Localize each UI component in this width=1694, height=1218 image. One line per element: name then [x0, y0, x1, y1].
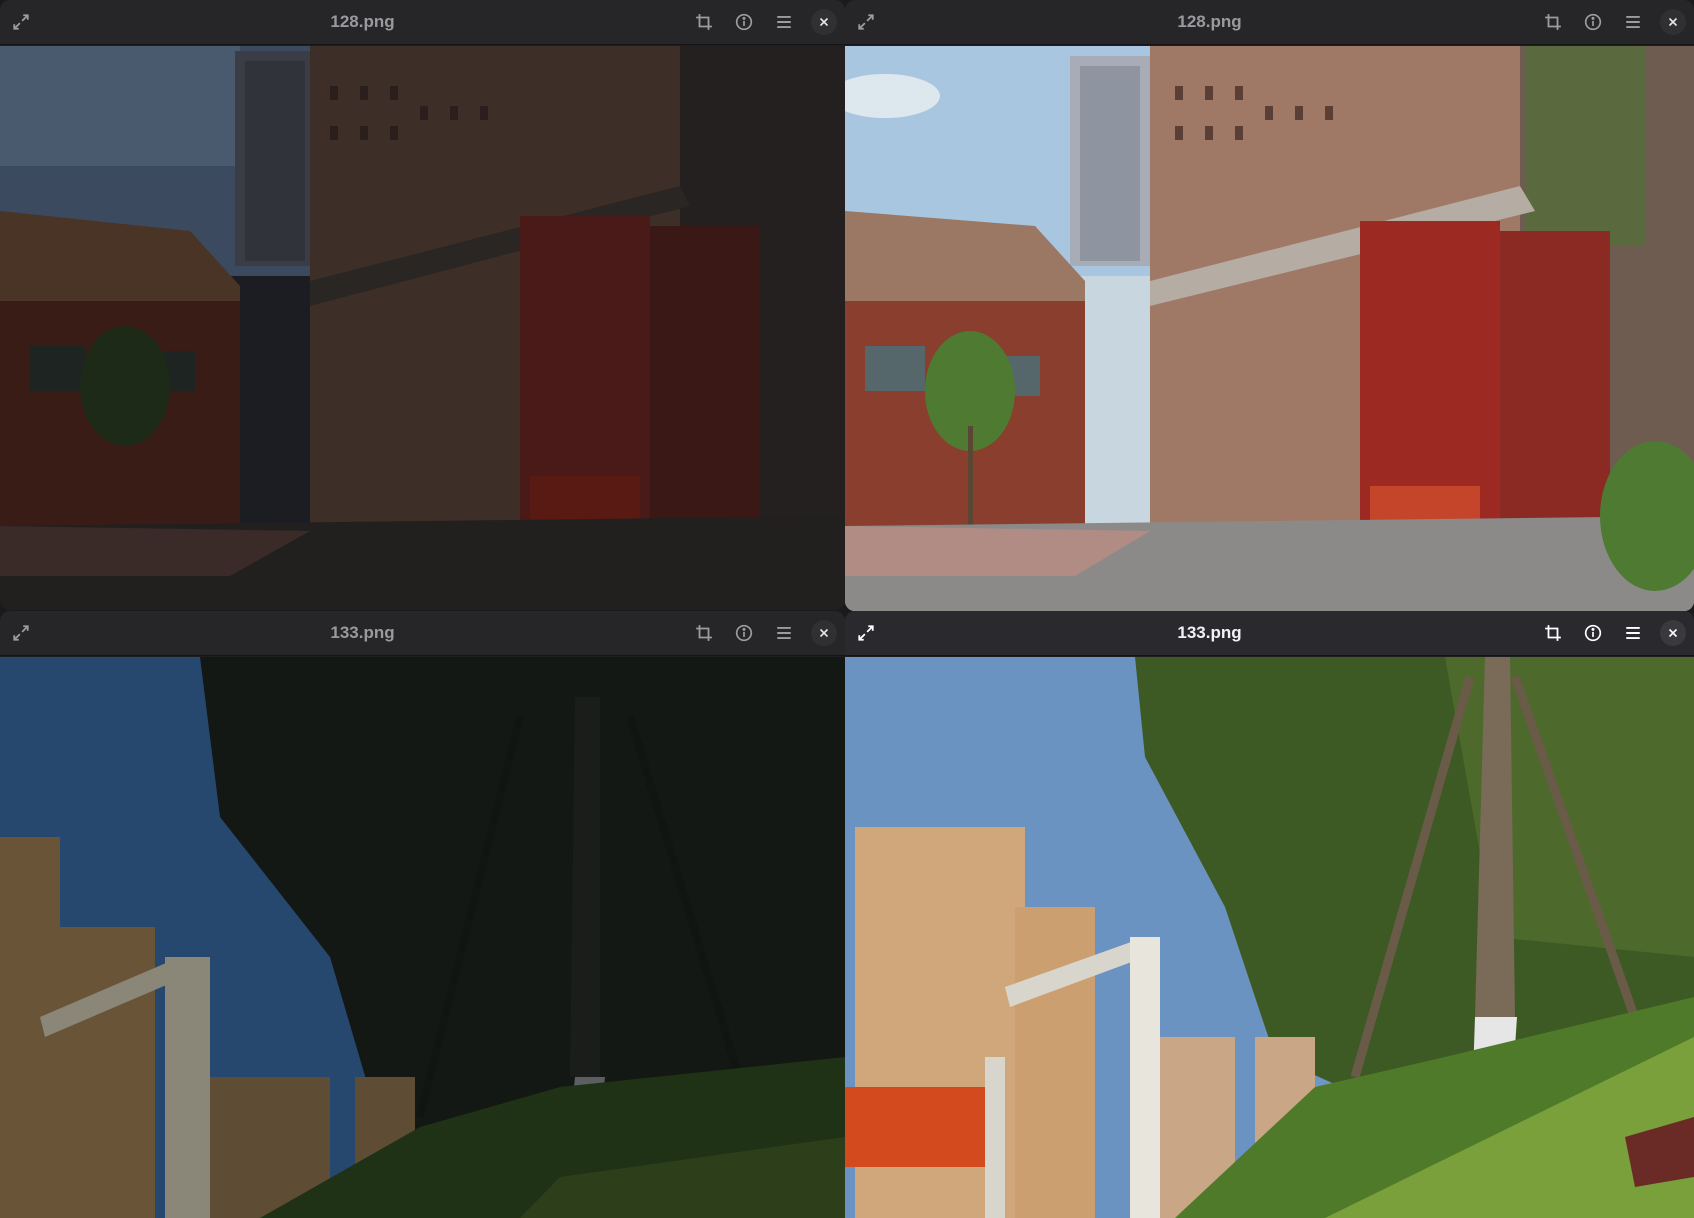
- image-viewer-window-top-right[interactable]: 128.png: [845, 0, 1694, 611]
- menu-button[interactable]: [1616, 616, 1650, 650]
- expand-button[interactable]: [4, 616, 38, 650]
- headerbar: 133.png: [0, 611, 845, 656]
- photo-trees-apartments-enhanced: [845, 657, 1694, 1218]
- image-viewer-window-top-left[interactable]: 128.png: [0, 0, 845, 610]
- menu-button[interactable]: [767, 616, 801, 650]
- window-title: 128.png: [330, 12, 395, 31]
- close-icon: [819, 628, 829, 638]
- close-button[interactable]: [1660, 620, 1686, 646]
- headerbar: 128.png: [0, 0, 845, 45]
- expand-icon: [858, 625, 874, 641]
- photo-brick-building-dark: [0, 46, 845, 610]
- expand-button[interactable]: [849, 5, 883, 39]
- crop-button[interactable]: [687, 5, 721, 39]
- info-button[interactable]: [1576, 616, 1610, 650]
- crop-icon: [1545, 625, 1561, 641]
- close-icon: [819, 17, 829, 27]
- window-title: 128.png: [1177, 12, 1242, 31]
- crop-button[interactable]: [1536, 616, 1570, 650]
- expand-button[interactable]: [849, 616, 883, 650]
- crop-icon: [696, 14, 712, 30]
- menu-icon: [777, 626, 791, 640]
- expand-button[interactable]: [4, 5, 38, 39]
- menu-icon: [1626, 15, 1640, 29]
- menu-button[interactable]: [767, 5, 801, 39]
- info-icon: [735, 13, 753, 31]
- crop-icon: [1545, 14, 1561, 30]
- image-viewer-window-bottom-left[interactable]: 133.png: [0, 611, 845, 1218]
- image-canvas[interactable]: [0, 46, 845, 610]
- menu-button[interactable]: [1616, 5, 1650, 39]
- expand-icon: [13, 14, 29, 30]
- info-button[interactable]: [727, 5, 761, 39]
- expand-icon: [858, 14, 874, 30]
- desktop: 128.png 128.png 133.png 133.png: [0, 0, 1694, 1218]
- close-icon: [1668, 17, 1678, 27]
- headerbar: 128.png: [845, 0, 1694, 45]
- crop-button[interactable]: [1536, 5, 1570, 39]
- info-icon: [1584, 624, 1602, 642]
- close-button[interactable]: [811, 620, 837, 646]
- close-icon: [1668, 628, 1678, 638]
- image-viewer-window-bottom-right[interactable]: 133.png: [845, 611, 1694, 1218]
- crop-button[interactable]: [687, 616, 721, 650]
- image-canvas[interactable]: [0, 657, 845, 1218]
- image-canvas[interactable]: [845, 657, 1694, 1218]
- close-button[interactable]: [811, 9, 837, 35]
- crop-icon: [696, 625, 712, 641]
- info-icon: [1584, 13, 1602, 31]
- window-title: 133.png: [1177, 623, 1242, 642]
- window-title: 133.png: [330, 623, 395, 642]
- menu-icon: [777, 15, 791, 29]
- menu-icon: [1626, 626, 1640, 640]
- info-icon: [735, 624, 753, 642]
- info-button[interactable]: [727, 616, 761, 650]
- expand-icon: [13, 625, 29, 641]
- photo-brick-building-enhanced: [845, 46, 1694, 611]
- image-canvas[interactable]: [845, 46, 1694, 611]
- close-button[interactable]: [1660, 9, 1686, 35]
- headerbar: 133.png: [845, 611, 1694, 656]
- info-button[interactable]: [1576, 5, 1610, 39]
- photo-trees-apartments-dark: [0, 657, 845, 1218]
